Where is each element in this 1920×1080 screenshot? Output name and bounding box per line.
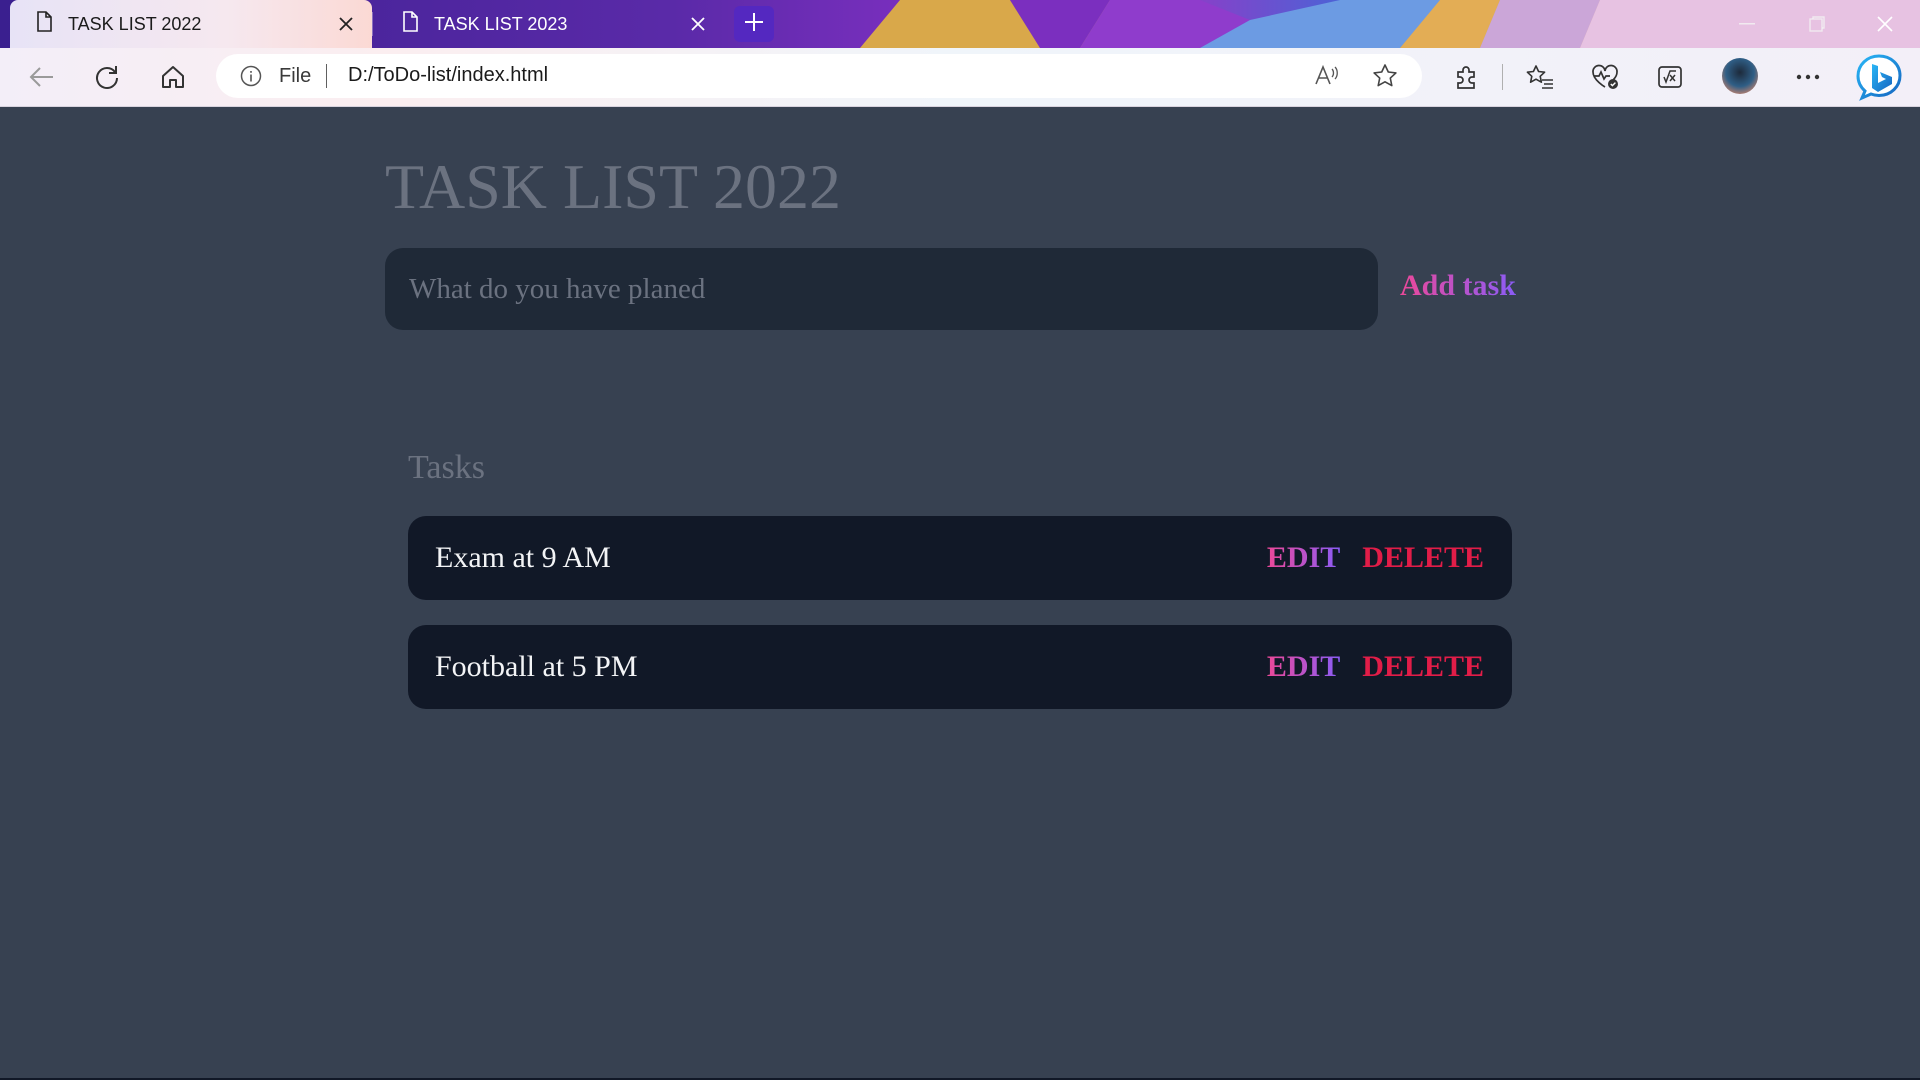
- restore-button[interactable]: [1782, 0, 1852, 48]
- tab-task-list-2022[interactable]: TASK LIST 2022: [10, 0, 372, 48]
- more-icon: [1796, 74, 1820, 80]
- task-item: Football at 5 PM EDIT DELETE: [408, 625, 1512, 709]
- favorites-button[interactable]: [1523, 60, 1557, 94]
- close-icon: [1877, 16, 1893, 32]
- page-content: TASK LIST 2022 Add task Tasks Exam at 9 …: [0, 107, 1920, 1078]
- task-item: Exam at 9 AM EDIT DELETE: [408, 516, 1512, 600]
- address-bar[interactable]: File D:/ToDo-list/index.html: [216, 54, 1422, 98]
- task-text[interactable]: Football at 5 PM: [435, 650, 1267, 684]
- address-separator: [326, 64, 327, 88]
- toolbar-divider: [1502, 64, 1503, 90]
- plus-icon: [743, 11, 765, 38]
- close-window-button[interactable]: [1850, 0, 1920, 48]
- browser-toolbar: File D:/ToDo-list/index.html: [0, 48, 1920, 107]
- refresh-button[interactable]: [90, 60, 124, 94]
- back-button[interactable]: [25, 60, 59, 94]
- tab-strip: TASK LIST 2022 TASK LIST 2023: [0, 0, 1920, 48]
- bing-icon: [1856, 54, 1902, 101]
- edit-button[interactable]: EDIT: [1267, 541, 1340, 575]
- star-icon[interactable]: [1371, 62, 1399, 95]
- close-icon[interactable]: [686, 12, 710, 36]
- minimize-button[interactable]: [1712, 0, 1782, 48]
- task-list: Exam at 9 AM EDIT DELETE Football at 5 P…: [408, 516, 1512, 734]
- refresh-icon: [96, 66, 118, 89]
- info-icon[interactable]: [240, 65, 262, 87]
- more-button[interactable]: [1791, 60, 1825, 94]
- tab-task-list-2023[interactable]: TASK LIST 2023: [376, 0, 724, 48]
- bing-chat-button[interactable]: [1854, 52, 1904, 102]
- close-icon[interactable]: [334, 12, 358, 36]
- tab-title: TASK LIST 2022: [68, 13, 202, 34]
- back-arrow-icon: [29, 67, 53, 87]
- tasks-heading: Tasks: [408, 449, 485, 486]
- puzzle-icon: [1457, 66, 1475, 89]
- math-solver-button[interactable]: [1653, 60, 1687, 94]
- document-icon: [400, 10, 420, 38]
- profile-avatar[interactable]: [1722, 58, 1758, 94]
- math-solver-icon: [1658, 66, 1682, 88]
- home-icon: [162, 66, 184, 88]
- favorites-list-icon: [1526, 65, 1553, 89]
- delete-button[interactable]: DELETE: [1362, 650, 1484, 684]
- page-title: TASK LIST 2022: [385, 151, 841, 222]
- performance-button[interactable]: [1588, 60, 1622, 94]
- new-task-input[interactable]: [385, 248, 1378, 330]
- tab-separator: [372, 12, 373, 36]
- heart-pulse-icon: [1592, 64, 1618, 89]
- add-task-button[interactable]: Add task: [1400, 269, 1516, 303]
- scheme-label: File: [279, 65, 312, 87]
- extensions-button[interactable]: [1449, 60, 1483, 94]
- home-button[interactable]: [156, 60, 190, 94]
- restore-icon: [1809, 16, 1825, 32]
- document-icon: [34, 10, 54, 38]
- read-aloud-icon[interactable]: [1312, 62, 1340, 95]
- tab-title: TASK LIST 2023: [434, 13, 568, 34]
- delete-button[interactable]: DELETE: [1362, 541, 1484, 575]
- new-tab-button[interactable]: [734, 6, 774, 42]
- minimize-icon: [1739, 23, 1755, 25]
- url-text[interactable]: D:/ToDo-list/index.html: [348, 64, 548, 87]
- task-text[interactable]: Exam at 9 AM: [435, 541, 1267, 575]
- edit-button[interactable]: EDIT: [1267, 650, 1340, 684]
